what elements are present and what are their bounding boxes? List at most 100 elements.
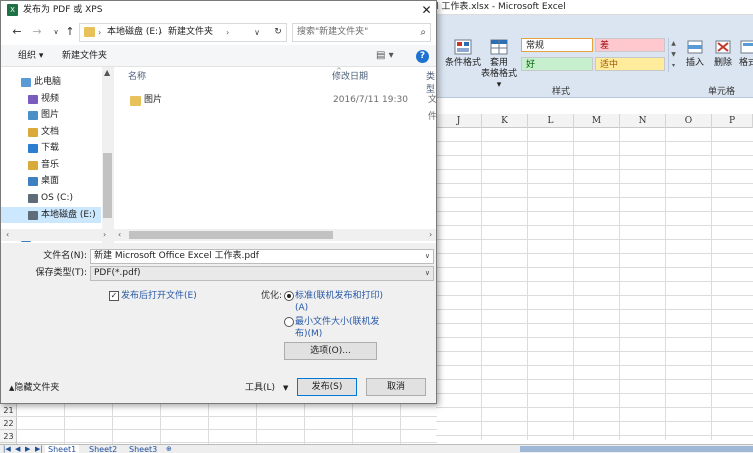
sheet-tab-2[interactable]: Sheet2 — [86, 445, 120, 453]
tree-item-music[interactable]: 音乐 — [1, 157, 101, 173]
help-icon[interactable]: ? — [416, 50, 429, 63]
cell-grid[interactable] — [436, 128, 753, 440]
delete-button[interactable]: 删除 — [712, 38, 734, 69]
style-good[interactable]: 好 — [521, 57, 593, 71]
file-row[interactable]: 图片 2016/7/11 19:30 文件 — [120, 92, 437, 122]
scroll-right-arrow-icon[interactable]: › — [429, 229, 432, 241]
dialog-toolbar: 组织 ▾ 新建文件夹 ▤ ▾ ? — [1, 45, 436, 67]
breadcrumb-folder[interactable]: 新建文件夹 — [168, 24, 213, 41]
excel-title: l 工作表.xlsx - Microsoft Excel — [436, 2, 566, 12]
optimize-minimum-label[interactable]: 最小文件大小(联机发 布)(M) — [295, 316, 380, 340]
format-as-table-button[interactable]: 套用 表格格式 ▾ — [478, 38, 520, 91]
styles-scroll[interactable]: ▲ ▼ ▾ — [668, 38, 678, 72]
style-neutral[interactable]: 适中 — [595, 57, 665, 71]
optimize-standard-radio[interactable] — [284, 291, 294, 301]
row-header[interactable]: 21 — [0, 404, 17, 417]
tree-item-videos[interactable]: 视频 — [1, 91, 101, 107]
file-list-pane: ^ 名称 修改日期 类型 图片 2016/7/11 19:30 文件 — [113, 67, 437, 243]
publish-button[interactable]: 发布(S) — [297, 378, 357, 396]
column-name[interactable]: 名称 — [128, 71, 146, 84]
nav-pane-scroll-thumb[interactable] — [103, 153, 112, 218]
column-header[interactable]: P — [712, 114, 753, 128]
column-header[interactable]: M — [574, 114, 620, 128]
cancel-button[interactable]: 取消 — [366, 378, 426, 396]
sheet-nav-next-icon[interactable]: ▶ — [25, 445, 30, 453]
style-bad[interactable]: 差 — [595, 38, 665, 52]
pictures-folder-icon — [28, 111, 38, 120]
open-after-publish-label[interactable]: 发布后打开文件(E) — [121, 290, 197, 302]
documents-folder-icon — [28, 128, 38, 137]
tree-item-pictures[interactable]: 图片 — [1, 107, 101, 123]
scroll-right-arrow-icon[interactable]: › — [103, 229, 106, 241]
view-options-icon[interactable]: ▤ ▾ — [376, 45, 394, 67]
conditional-format-button[interactable]: 条件格式 — [443, 38, 483, 69]
tree-item-downloads[interactable]: 下载 — [1, 140, 101, 156]
dialog-title-bar: X 发布为 PDF 或 XPS ✕ — [1, 1, 436, 20]
back-arrow-icon[interactable]: ← — [9, 24, 25, 40]
cell-grid-lower[interactable] — [17, 404, 437, 444]
nav-horizontal-scrollbar[interactable] — [1, 229, 113, 241]
column-header[interactable]: K — [482, 114, 528, 128]
sheet-nav-first-icon[interactable]: |◀ — [3, 445, 11, 453]
tree-item-drive-c[interactable]: OS (C:) — [1, 190, 101, 206]
column-header[interactable]: L — [528, 114, 574, 128]
navigation-bar: ← → ∨ ↑ › 本地磁盘 (E:) › 新建文件夹 › ∨ ↻ 搜索"新建文… — [1, 20, 436, 45]
forward-arrow-icon[interactable]: → — [29, 24, 45, 40]
sheet-nav-last-icon[interactable]: ▶| — [35, 445, 43, 453]
file-list-scroll-thumb[interactable] — [129, 231, 333, 239]
row-headers: 21 22 23 — [0, 404, 17, 444]
group-label-cells: 单元格 — [708, 87, 736, 97]
chevron-right-icon[interactable]: › — [159, 24, 162, 41]
hide-folders-toggle[interactable]: ▲隐藏文件夹 — [9, 382, 59, 394]
search-input[interactable]: 搜索"新建文件夹" ⌕ — [292, 23, 431, 42]
drive-icon — [28, 211, 38, 220]
optimize-minimum-radio[interactable] — [284, 317, 294, 327]
tree-item-documents[interactable]: 文档 — [1, 124, 101, 140]
filename-label: 文件名(N): — [43, 251, 87, 261]
address-bar[interactable]: › 本地磁盘 (E:) › 新建文件夹 › ∨ ↻ — [79, 23, 287, 42]
tree-item-drive-e[interactable]: 本地磁盘 (E:) — [1, 207, 101, 223]
organize-menu[interactable]: 组织 ▾ — [18, 45, 43, 67]
filename-input[interactable]: 新建 Microsoft Office Excel 工作表.pdf ∨ — [90, 249, 434, 264]
insert-button[interactable]: 插入 — [684, 38, 706, 69]
column-header[interactable]: O — [666, 114, 712, 128]
column-modified[interactable]: 修改日期 — [332, 71, 368, 84]
options-button[interactable]: 选项(O)... — [284, 342, 377, 360]
row-header[interactable]: 22 — [0, 417, 17, 430]
address-dropdown-icon[interactable]: ∨ — [250, 24, 264, 41]
tree-item-desktop[interactable]: 桌面 — [1, 173, 101, 189]
tools-menu[interactable]: 工具(L) ▼ — [245, 380, 288, 396]
new-sheet-icon[interactable]: ⊕ — [166, 445, 172, 453]
tree-item-this-pc[interactable]: 此电脑 — [1, 74, 101, 90]
conditional-format-icon — [453, 38, 473, 56]
open-after-publish-checkbox[interactable]: ✓ — [109, 291, 119, 301]
chevron-down-icon: ▼ — [283, 384, 289, 392]
sheet-horizontal-scrollbar[interactable] — [520, 446, 753, 452]
sheet-tab-1[interactable]: Sheet1 — [45, 445, 80, 453]
new-folder-button[interactable]: 新建文件夹 — [62, 45, 107, 67]
refresh-icon[interactable]: ↻ — [270, 24, 286, 41]
videos-folder-icon — [28, 95, 38, 104]
chevron-right-icon[interactable]: › — [226, 24, 229, 41]
filetype-select[interactable]: PDF(*.pdf) ∨ — [90, 266, 434, 281]
column-header[interactable]: J — [436, 114, 482, 128]
format-button[interactable]: 格式 — [738, 38, 753, 69]
scroll-left-arrow-icon[interactable]: ‹ — [118, 229, 121, 241]
folder-icon — [84, 27, 95, 37]
ribbon-tabs — [436, 15, 753, 30]
sheet-tab-3[interactable]: Sheet3 — [126, 445, 160, 453]
scroll-left-arrow-icon[interactable]: ‹ — [6, 229, 9, 241]
close-icon[interactable]: ✕ — [417, 1, 436, 20]
up-arrow-icon[interactable]: ↑ — [62, 24, 78, 40]
sheet-nav-prev-icon[interactable]: ◀ — [15, 445, 20, 453]
chevron-right-icon[interactable]: › — [98, 24, 101, 41]
scroll-up-arrow-icon[interactable]: ▲ — [104, 67, 110, 79]
optimize-standard-label[interactable]: 标准(联机发布和打印) (A) — [295, 290, 383, 314]
row-header[interactable]: 23 — [0, 430, 17, 443]
chevron-down-icon[interactable]: ∨ — [425, 267, 430, 280]
breadcrumb-drive[interactable]: 本地磁盘 (E:) — [107, 24, 162, 41]
insert-cells-icon — [685, 38, 705, 56]
chevron-down-icon[interactable]: ∨ — [425, 250, 430, 263]
column-header[interactable]: N — [620, 114, 666, 128]
style-normal[interactable]: 常规 — [521, 38, 593, 52]
